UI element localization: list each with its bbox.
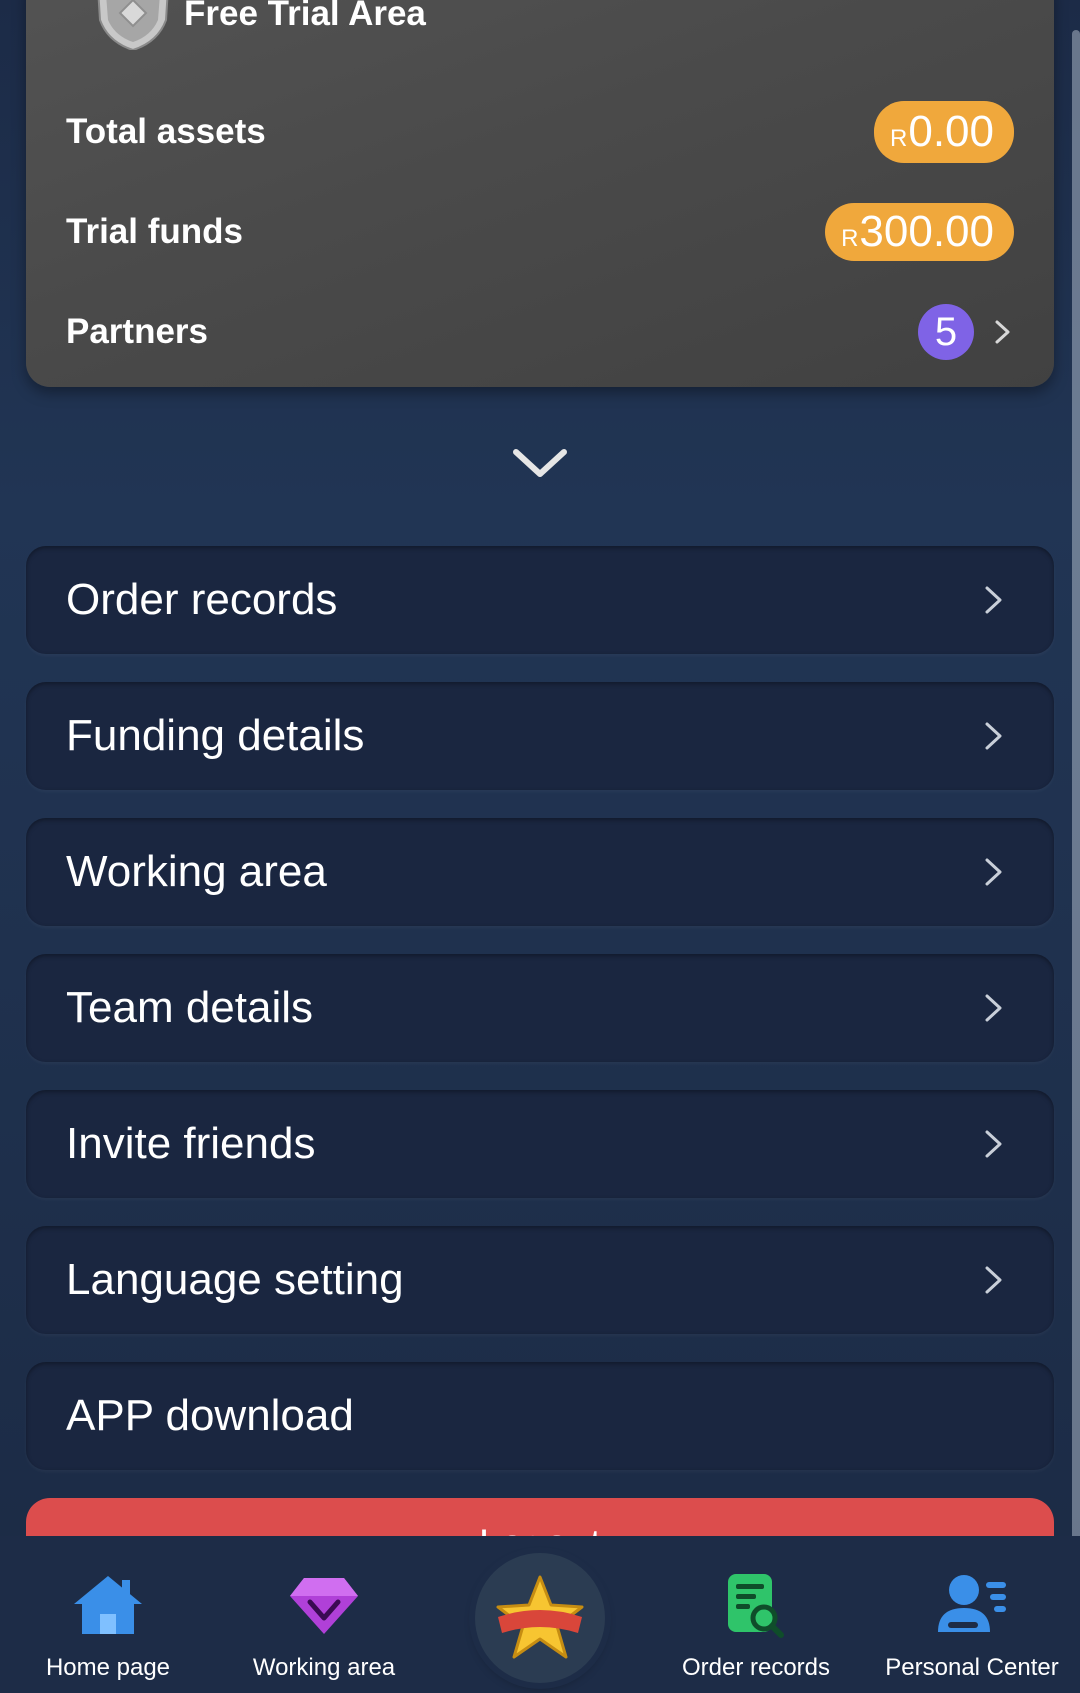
chevron-right-icon	[985, 722, 1002, 750]
trial-area-title: Free Trial Area	[184, 0, 426, 33]
currency-symbol: R	[841, 225, 859, 252]
free-trial-card: Free Trial Area Total assets R 0.00 Tria…	[26, 0, 1054, 387]
menu-item-invite-friends[interactable]: Invite friends	[26, 1090, 1054, 1198]
menu-item-label: Team details	[66, 983, 314, 1032]
menu-item-order-records[interactable]: Order records	[26, 546, 1054, 654]
menu-item-label: Order records	[66, 575, 338, 624]
menu-item-app-download[interactable]: APP download	[26, 1362, 1054, 1470]
chevron-right-icon	[985, 1266, 1002, 1294]
nav-label: Order records	[681, 1654, 831, 1681]
trial-funds-badge: R 300.00	[825, 203, 1014, 261]
trial-funds-label: Trial funds	[66, 212, 243, 251]
chevron-right-icon	[985, 586, 1002, 614]
home-icon	[74, 1576, 142, 1634]
diamond-icon	[290, 1578, 358, 1634]
chevron-right-icon	[985, 1130, 1002, 1158]
chevron-right-icon	[985, 994, 1002, 1022]
nav-order-records[interactable]: Order records	[648, 1536, 864, 1693]
person-icon	[938, 1575, 1006, 1632]
scrollbar[interactable]	[1072, 30, 1080, 1580]
menu-item-label: Invite friends	[66, 1119, 316, 1168]
total-assets-value: 0.00	[908, 107, 994, 156]
shield-icon	[97, 0, 169, 50]
nav-label: Home page	[45, 1654, 171, 1681]
nav-personal-center[interactable]: Personal Center	[864, 1536, 1080, 1693]
menu-item-label: Language setting	[66, 1255, 404, 1304]
chevron-right-icon	[995, 320, 1010, 344]
nav-working-area[interactable]: Working area	[216, 1536, 432, 1693]
menu-item-funding-details[interactable]: Funding details	[26, 682, 1054, 790]
total-assets-label: Total assets	[66, 112, 266, 151]
menu-item-label: Funding details	[66, 711, 365, 760]
total-assets-row: Total assets R 0.00	[66, 100, 1014, 164]
menu-item-label: Working area	[66, 847, 327, 896]
menu-item-language-setting[interactable]: Language setting	[26, 1226, 1054, 1334]
trial-funds-value: 300.00	[859, 207, 994, 256]
partners-count-badge: 5	[918, 304, 974, 360]
chevron-right-icon	[985, 858, 1002, 886]
menu-item-working-area[interactable]: Working area	[26, 818, 1054, 926]
nav-label: Working area	[252, 1654, 396, 1681]
nav-home[interactable]: Home page	[0, 1536, 216, 1693]
nav-center-star-button[interactable]	[475, 1553, 605, 1683]
menu-item-label: APP download	[66, 1391, 354, 1440]
partners-label: Partners	[66, 312, 209, 351]
total-assets-badge: R 0.00	[874, 101, 1014, 163]
order-search-icon	[728, 1574, 784, 1638]
nav-label: Personal Center	[885, 1654, 1059, 1681]
currency-symbol: R	[890, 125, 908, 152]
star-badge-icon	[496, 1575, 584, 1659]
chevron-down-icon[interactable]	[510, 444, 570, 484]
partners-row[interactable]: Partners 5	[66, 300, 1014, 364]
trial-funds-row: Trial funds R 300.00	[66, 200, 1014, 264]
logout-button[interactable]: Logout	[26, 1498, 1054, 1538]
menu-item-team-details[interactable]: Team details	[26, 954, 1054, 1062]
